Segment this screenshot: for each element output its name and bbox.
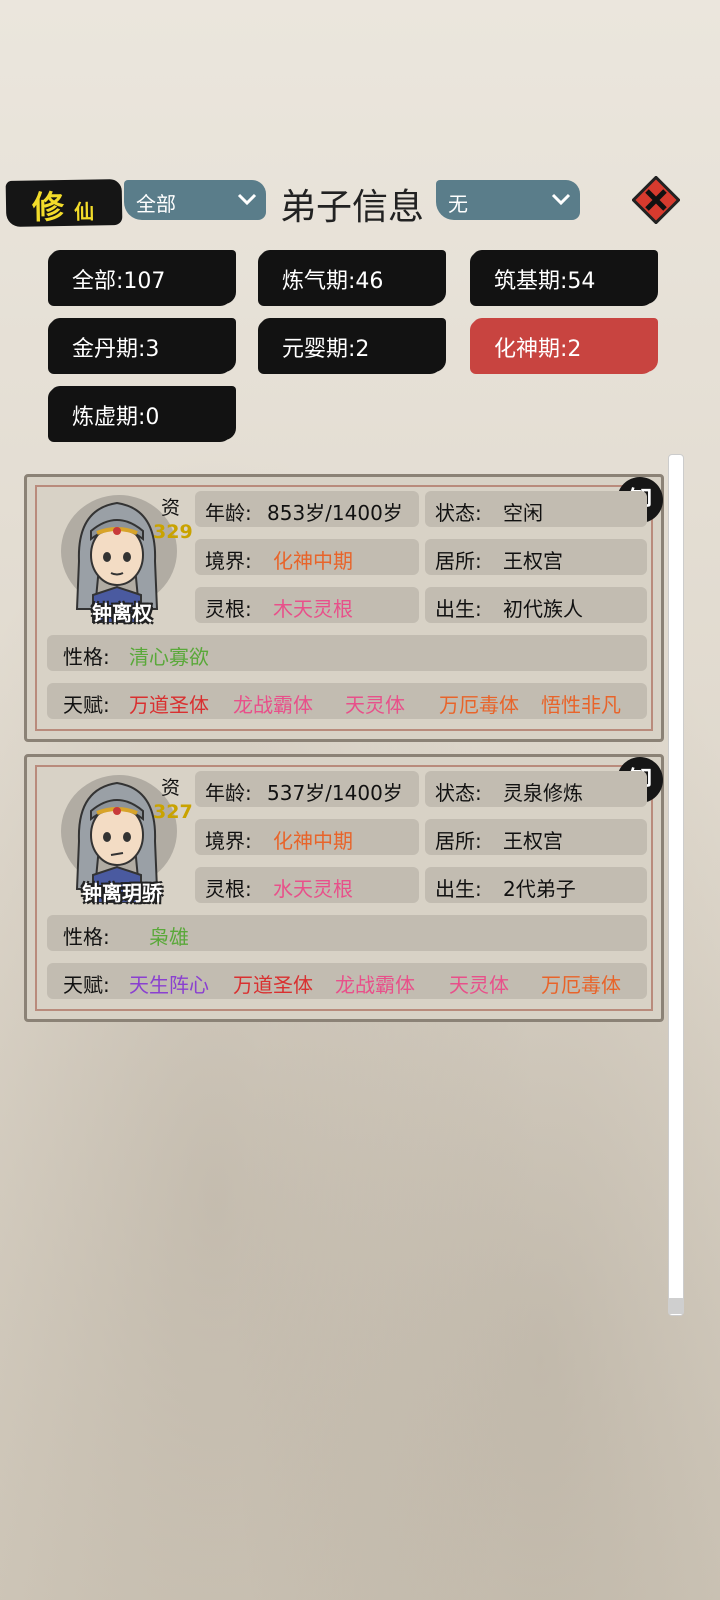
status-value: 空闲	[503, 501, 543, 525]
stage-filter-golden-core[interactable]: 金丹期:3	[50, 318, 234, 372]
game-logo: 修 仙	[5, 178, 123, 228]
aptitude-value: 327	[153, 801, 193, 823]
close-button[interactable]	[632, 176, 680, 224]
talent-item: 万厄毒体	[541, 973, 621, 997]
stage-filter-label: 化神期:2	[494, 337, 582, 362]
aptitude-label: 资	[161, 777, 181, 799]
talent-item: 龙战霸体	[233, 693, 313, 717]
stage-filter-label: 金丹期:3	[72, 337, 160, 362]
talent-label: 天赋:	[63, 973, 110, 997]
scrollbar-end-cap	[668, 1298, 684, 1314]
talent-item: 万道圣体	[233, 973, 313, 997]
birth-label: 出生:	[435, 597, 482, 621]
status-field: 状态: 空闲	[425, 491, 647, 527]
age-label: 年龄:	[205, 501, 252, 525]
status-field: 状态: 灵泉修炼	[425, 771, 647, 807]
talent-item: 天灵体	[345, 693, 405, 717]
stage-filter-label: 筑基期:54	[494, 269, 596, 294]
age-field: 年龄: 537岁/1400岁	[195, 771, 419, 807]
talent-item: 天灵体	[449, 973, 509, 997]
realm-value: 化神中期	[273, 829, 353, 853]
birth-value: 2代弟子	[503, 877, 576, 901]
talent-item: 悟性非凡	[541, 693, 621, 717]
residence-value: 王权宫	[503, 829, 563, 853]
talent-row: 天赋: 天生阵心 万道圣体 龙战霸体 天灵体 万厄毒体	[47, 963, 647, 999]
realm-field: 境界: 化神中期	[195, 539, 419, 575]
disciple-name: 钟离权	[92, 601, 152, 625]
stage-filter-void-refining[interactable]: 炼虚期:0	[50, 386, 234, 440]
sort-dropdown[interactable]: 无	[436, 180, 580, 220]
spirit-root-label: 灵根:	[205, 597, 252, 621]
personality-value: 清心寡欲	[129, 645, 209, 669]
residence-label: 居所:	[435, 829, 482, 853]
age-label: 年龄:	[205, 781, 252, 805]
birth-field: 出生: 初代族人	[425, 587, 647, 623]
status-value: 灵泉修炼	[503, 781, 583, 805]
birth-label: 出生:	[435, 877, 482, 901]
status-label: 状态:	[435, 781, 482, 805]
personality-row: 性格: 清心寡欲	[47, 635, 647, 671]
stage-filter-all[interactable]: 全部:107	[50, 250, 234, 304]
talent-item: 万厄毒体	[439, 693, 519, 717]
residence-value: 王权宫	[503, 549, 563, 573]
realm-value: 化神中期	[273, 549, 353, 573]
talent-item: 龙战霸体	[335, 973, 415, 997]
stage-filter-label: 炼气期:46	[282, 269, 384, 294]
stage-filter-label: 元婴期:2	[282, 337, 370, 362]
category-dropdown[interactable]: 全部	[124, 180, 266, 220]
talent-label: 天赋:	[63, 693, 110, 717]
residence-label: 居所:	[435, 549, 482, 573]
disciple-name: 钟离玥骄	[82, 881, 162, 905]
residence-field: 居所: 王权宫	[425, 819, 647, 855]
personality-value: 枭雄	[149, 925, 189, 949]
birth-field: 出生: 2代弟子	[425, 867, 647, 903]
personality-label: 性格:	[63, 925, 110, 949]
spirit-root-field: 灵根: 木天灵根	[195, 587, 419, 623]
residence-field: 居所: 王权宫	[425, 539, 647, 575]
talent-row: 天赋: 万道圣体 龙战霸体 天灵体 万厄毒体 悟性非凡	[47, 683, 647, 719]
talent-item: 天生阵心	[129, 973, 209, 997]
stage-filter-qi-refining[interactable]: 炼气期:46	[260, 250, 444, 304]
stage-filter-foundation[interactable]: 筑基期:54	[472, 250, 656, 304]
chevron-down-icon	[551, 193, 571, 206]
stage-filter-nascent-soul[interactable]: 元婴期:2	[260, 318, 444, 372]
spirit-root-value: 木天灵根	[273, 597, 353, 621]
talent-item: 万道圣体	[129, 693, 209, 717]
chevron-down-icon	[237, 193, 257, 206]
stage-filter-spirit-transform[interactable]: 化神期:2	[472, 318, 656, 372]
status-label: 状态:	[435, 501, 482, 525]
realm-label: 境界:	[205, 829, 252, 853]
age-field: 年龄: 853岁/1400岁	[195, 491, 419, 527]
spirit-root-label: 灵根:	[205, 877, 252, 901]
spirit-root-field: 灵根: 水天灵根	[195, 867, 419, 903]
realm-field: 境界: 化神中期	[195, 819, 419, 855]
realm-label: 境界:	[205, 549, 252, 573]
aptitude-label: 资	[161, 497, 181, 519]
aptitude-value: 329	[153, 521, 193, 543]
disciple-card[interactable]: 资 329 钟离权 卸 年龄: 853岁/1400岁 状态: 空闲 境界: 化神…	[24, 474, 664, 742]
category-dropdown-value: 全部	[136, 192, 176, 216]
list-scrollbar[interactable]	[668, 454, 684, 1316]
stage-filter-label: 炼虚期:0	[72, 405, 160, 430]
personality-label: 性格:	[63, 645, 110, 669]
spirit-root-value: 水天灵根	[273, 877, 353, 901]
stage-filter-label: 全部:107	[72, 269, 166, 294]
age-value: 853岁/1400岁	[267, 501, 403, 525]
age-value: 537岁/1400岁	[267, 781, 403, 805]
personality-row: 性格: 枭雄	[47, 915, 647, 951]
logo-main-char: 修	[31, 188, 65, 227]
disciple-card[interactable]: 资 327 钟离玥骄 卸 年龄: 537岁/1400岁 状态: 灵泉修炼 境界:…	[24, 754, 664, 1022]
logo-sub-char: 仙	[73, 199, 95, 224]
birth-value: 初代族人	[503, 597, 583, 621]
sort-dropdown-value: 无	[448, 192, 468, 216]
page-title: 弟子信息	[280, 187, 425, 228]
